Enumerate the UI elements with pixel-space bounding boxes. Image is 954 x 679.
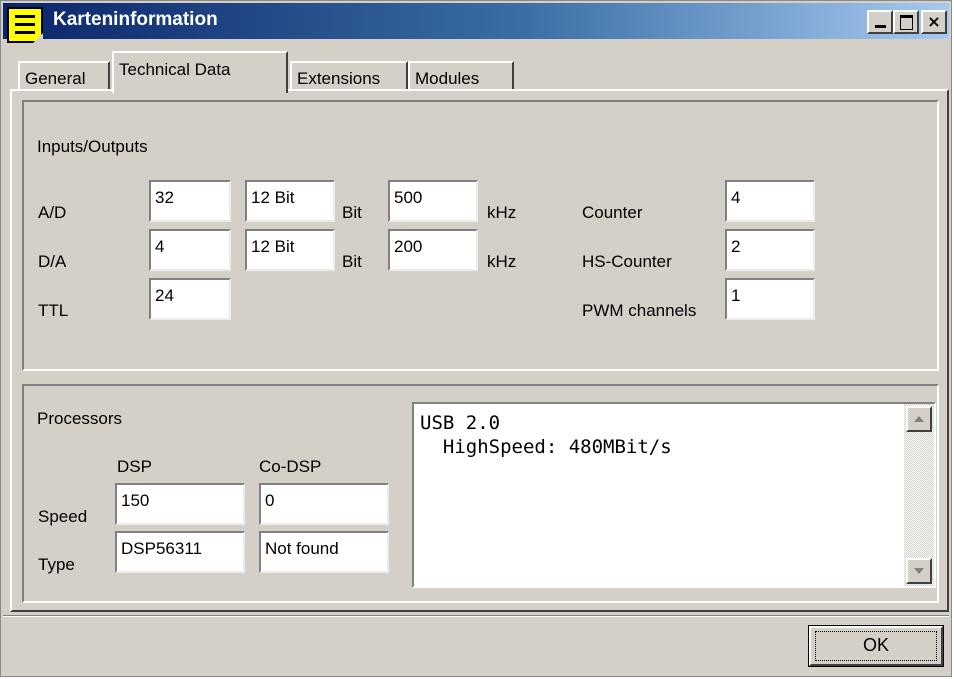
maximize-icon bbox=[900, 15, 913, 30]
dsp-speed-field[interactable]: 150 bbox=[115, 483, 245, 525]
da-bits-field[interactable]: 12 Bit bbox=[245, 229, 335, 271]
scroll-down-button[interactable] bbox=[906, 558, 932, 584]
tab-general[interactable]: General bbox=[18, 61, 110, 91]
ad-bit-unit: Bit bbox=[342, 203, 362, 222]
tab-extensions[interactable]: Extensions bbox=[290, 61, 408, 91]
tab-label: Modules bbox=[415, 69, 480, 88]
ttl-count-field[interactable]: 24 bbox=[149, 278, 231, 320]
type-label: Type bbox=[38, 555, 75, 574]
processors-group-label: Processors bbox=[37, 409, 123, 428]
arrow-up-icon bbox=[914, 416, 924, 422]
codsp-column-label: Co-DSP bbox=[259, 457, 322, 476]
io-group-label: Inputs/Outputs bbox=[37, 137, 148, 156]
tab-technical-data[interactable]: Technical Data bbox=[112, 51, 288, 93]
close-icon: × bbox=[927, 12, 941, 31]
info-textarea[interactable]: USB 2.0 HighSpeed: 480MBit/s bbox=[412, 402, 936, 588]
ad-bits-field[interactable]: 12 Bit bbox=[245, 180, 335, 222]
tab-label: General bbox=[25, 69, 86, 88]
minimize-icon bbox=[875, 25, 886, 28]
da-bit-unit: Bit bbox=[342, 252, 362, 271]
counter-field[interactable]: 4 bbox=[725, 180, 815, 222]
arrow-down-icon bbox=[914, 568, 924, 574]
tab-modules[interactable]: Modules bbox=[408, 61, 514, 91]
maximize-button[interactable] bbox=[893, 10, 919, 34]
da-count-field[interactable]: 4 bbox=[149, 229, 231, 271]
hs-counter-label: HS-Counter bbox=[582, 252, 672, 271]
scroll-up-button[interactable] bbox=[906, 406, 932, 432]
speed-label: Speed bbox=[38, 507, 88, 526]
ttl-label: TTL bbox=[38, 301, 69, 320]
tab-label: Extensions bbox=[297, 69, 381, 88]
dsp-type-field[interactable]: DSP56311 bbox=[115, 531, 245, 573]
dialog-window: Karteninformation × General Technical Da… bbox=[0, 0, 952, 677]
minimize-button[interactable] bbox=[867, 10, 893, 34]
da-freq-unit: kHz bbox=[487, 252, 517, 271]
tab-label: Technical Data bbox=[119, 60, 231, 79]
codsp-speed-field[interactable]: 0 bbox=[259, 483, 389, 525]
hs-counter-field[interactable]: 2 bbox=[725, 229, 815, 271]
da-label: D/A bbox=[38, 252, 67, 271]
dsp-column-label: DSP bbox=[117, 457, 152, 476]
ad-count-field[interactable]: 32 bbox=[149, 180, 231, 222]
pwm-channels-field[interactable]: 1 bbox=[725, 278, 815, 320]
ad-freq-field[interactable]: 500 bbox=[388, 180, 478, 222]
ok-button-label: OK bbox=[862, 635, 889, 655]
vertical-scrollbar[interactable] bbox=[904, 404, 934, 586]
footer-divider bbox=[3, 615, 949, 617]
pwm-channels-label: PWM channels bbox=[582, 301, 697, 320]
app-menu-icon[interactable] bbox=[7, 7, 43, 43]
da-freq-field[interactable]: 200 bbox=[388, 229, 478, 271]
ad-freq-unit: kHz bbox=[487, 203, 517, 222]
info-text: USB 2.0 HighSpeed: 480MBit/s bbox=[420, 412, 672, 458]
ok-button[interactable]: OK bbox=[808, 625, 944, 667]
counter-label: Counter bbox=[582, 203, 643, 222]
title-bar[interactable]: Karteninformation × bbox=[3, 3, 949, 43]
codsp-type-field[interactable]: Not found bbox=[259, 531, 389, 573]
close-button[interactable]: × bbox=[921, 10, 947, 34]
ad-label: A/D bbox=[38, 203, 67, 222]
window-title: Karteninformation bbox=[53, 9, 218, 30]
